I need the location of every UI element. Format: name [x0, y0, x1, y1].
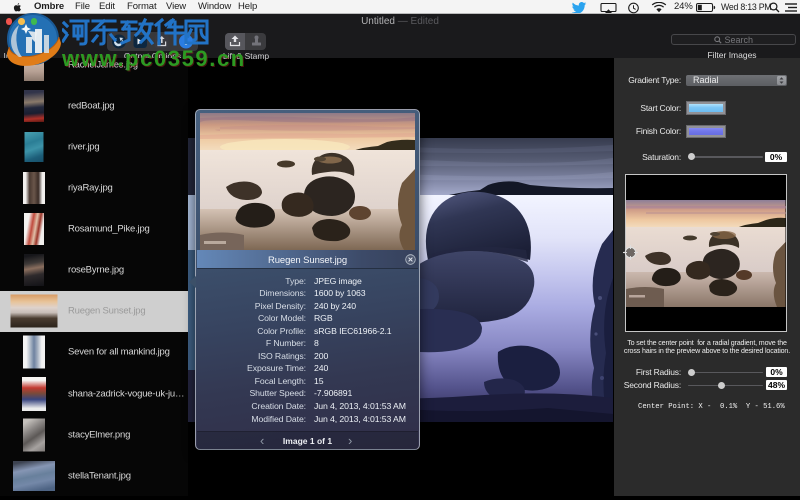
svg-text:i: i [185, 38, 188, 48]
